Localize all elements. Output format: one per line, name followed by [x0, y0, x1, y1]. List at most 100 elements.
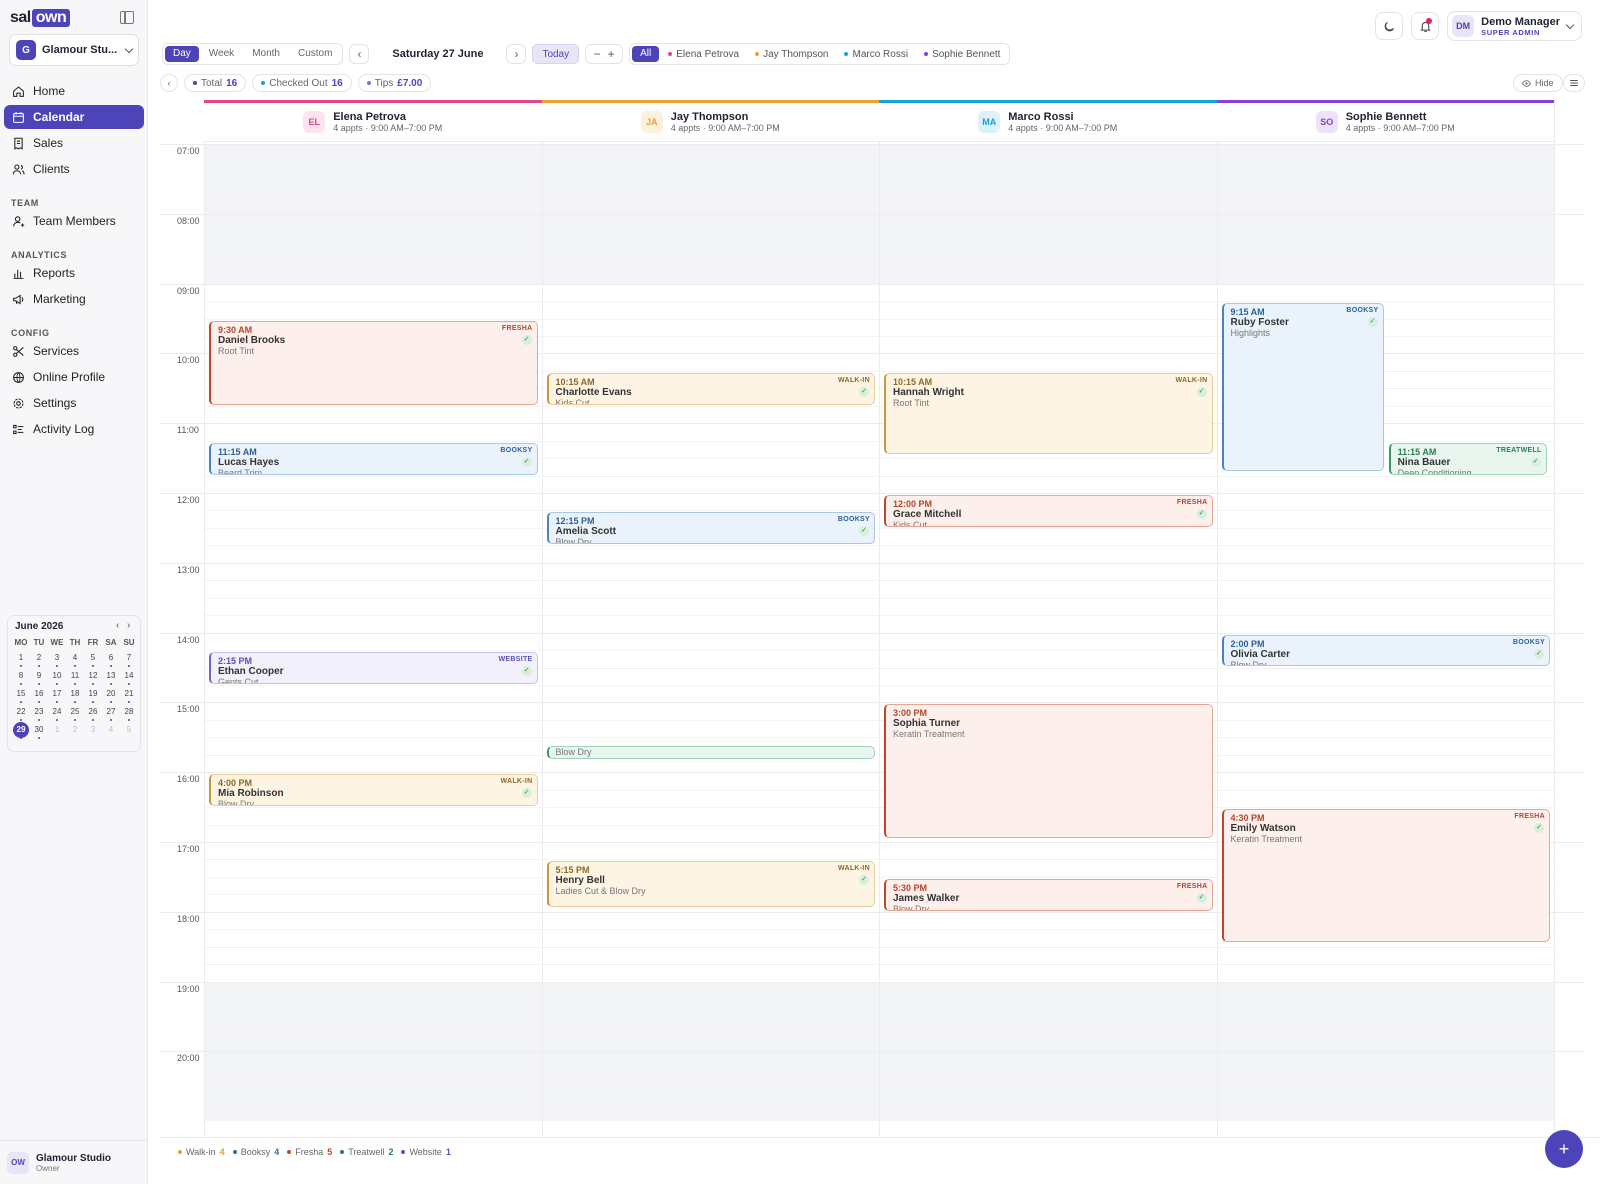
- appointment-card[interactable]: 2:00 PM Olivia Carter Blow Dry BOOKSY ✓: [1221, 634, 1550, 667]
- notifications-button[interactable]: [1411, 12, 1440, 40]
- chevron-left-icon[interactable]: ‹: [160, 74, 178, 92]
- staff-column-header[interactable]: MA Marco Rossi 4 appts · 9:00 AM–7:00 PM: [879, 100, 1217, 142]
- appointment-card[interactable]: 3:00 PM Sophia Turner Keratin Treatment: [884, 704, 1213, 838]
- mini-calendar-day[interactable]: 16: [30, 688, 48, 703]
- appointment-card[interactable]: 11:15 AM Lucas Hayes Beard Trim BOOKSY ✓: [209, 442, 538, 475]
- mini-calendar-day[interactable]: 14: [120, 670, 138, 685]
- appointment-card[interactable]: 4:30 PM Emily Watson Keratin Treatment FRES…: [1221, 809, 1550, 943]
- appointment-source-badge: WALK-IN: [837, 376, 870, 384]
- appointment-card[interactable]: 5:30 PM James Walker Blow Dry FRESHA ✓: [884, 878, 1213, 911]
- mini-calendar-day[interactable]: 1: [12, 652, 30, 667]
- staff-filter-item[interactable]: Jay Thompson: [748, 49, 835, 60]
- staff-filter-item[interactable]: Sophie Bennett: [917, 49, 1007, 60]
- mini-calendar-day[interactable]: 3: [84, 724, 102, 738]
- mini-calendar-day[interactable]: 23: [30, 706, 48, 721]
- mini-calendar-day[interactable]: 8: [12, 670, 30, 685]
- appointment-card[interactable]: 10:15 AM Hannah Wright Root Tint WALK-IN ✓: [884, 372, 1213, 454]
- mini-calendar-day[interactable]: 5: [120, 724, 138, 738]
- mini-calendar-day[interactable]: 28: [120, 706, 138, 721]
- today-button[interactable]: Today: [532, 44, 580, 64]
- brand-logo[interactable]: sal own: [10, 9, 71, 27]
- mini-calendar-day[interactable]: 25: [66, 706, 84, 721]
- appointment-card[interactable]: 2:15 PM Ethan Cooper Gents Cut WEBSITE ✓: [209, 652, 538, 684]
- zoom-out-button[interactable]: −: [590, 47, 604, 61]
- sidebar-item-home[interactable]: Home: [4, 79, 144, 103]
- chevron-left-icon[interactable]: ‹: [116, 620, 119, 631]
- mini-calendar-day[interactable]: 3: [48, 652, 66, 667]
- mini-calendar-day[interactable]: 10: [48, 670, 66, 685]
- mini-calendar-day[interactable]: 17: [48, 688, 66, 703]
- appointment-card[interactable]: 4:00 PM Mia Robinson Blow Dry WALK-IN ✓: [209, 774, 538, 807]
- mini-calendar-day[interactable]: 26: [84, 706, 102, 721]
- mini-calendar-day[interactable]: 4: [66, 652, 84, 667]
- sidebar-item-activity-log[interactable]: Activity Log: [4, 417, 144, 441]
- appointment-card[interactable]: 11:15 AM Nina Bauer Deep Conditioning TREAT…: [1388, 442, 1547, 475]
- appointment-card[interactable]: 12:15 PM Amelia Scott Blow Dry BOOKSY ✓: [546, 512, 875, 545]
- filter-settings-button[interactable]: [1563, 74, 1585, 92]
- next-day-button[interactable]: ›: [506, 44, 527, 64]
- chevron-right-icon[interactable]: ›: [127, 620, 130, 631]
- appointment-card[interactable]: Blow Dry: [546, 745, 875, 759]
- mini-calendar-day[interactable]: 30: [30, 724, 48, 739]
- mini-calendar-day[interactable]: 12: [84, 670, 102, 685]
- view-tab-custom[interactable]: Custom: [290, 46, 340, 62]
- zoom-in-button[interactable]: +: [604, 47, 618, 61]
- section-config: CONFIG: [11, 328, 50, 338]
- hide-button[interactable]: Hide: [1513, 74, 1563, 92]
- legend-label: Treatwell: [348, 1146, 385, 1157]
- prev-day-button[interactable]: ‹: [349, 44, 370, 64]
- staff-filter-item[interactable]: Elena Petrova: [661, 49, 746, 60]
- staff-color-dot: [844, 52, 849, 56]
- appointment-card[interactable]: 9:30 AM Daniel Brooks Root Tint FRESHA ✓: [209, 320, 538, 405]
- mini-calendar-day[interactable]: 15: [12, 688, 30, 703]
- appointment-card[interactable]: 9:15 AM Ruby Foster Highlights BOOKSY ✓: [1221, 303, 1384, 472]
- sidebar-item-calendar[interactable]: Calendar: [4, 105, 144, 129]
- mini-calendar-day[interactable]: 22: [12, 706, 30, 721]
- mini-calendar-day[interactable]: 4: [102, 724, 120, 738]
- sidebar-collapse-icon[interactable]: [120, 11, 134, 24]
- mini-calendar-day[interactable]: 7: [120, 652, 138, 667]
- sidebar-item-sales[interactable]: Sales: [4, 131, 144, 155]
- sidebar-item-marketing[interactable]: Marketing: [4, 287, 144, 311]
- account-footer[interactable]: OW Glamour Studio Owner: [0, 1140, 148, 1184]
- mini-calendar-day[interactable]: 9: [30, 670, 48, 685]
- sidebar-item-online-profile[interactable]: Online Profile: [4, 365, 144, 389]
- appointment-card[interactable]: 5:15 PM Henry Bell Ladies Cut & Blow Dry WA…: [546, 861, 875, 908]
- legend-booksy: Booksy 4: [232, 1147, 279, 1157]
- staff-column-header[interactable]: SO Sophie Bennett 4 appts · 9:00 AM–7:00 P…: [1216, 100, 1554, 142]
- appointment-card[interactable]: 10:15 AM Charlotte Evans Kids Cut WALK-IN ✓: [546, 372, 875, 405]
- sidebar-item-clients[interactable]: Clients: [4, 157, 144, 181]
- dark-mode-button[interactable]: [1375, 12, 1404, 40]
- staff-filter-all[interactable]: All: [632, 46, 660, 62]
- sidebar-item-settings[interactable]: Settings: [4, 391, 144, 415]
- sidebar-item-team-members[interactable]: Team Members: [4, 209, 144, 233]
- view-tab-week[interactable]: Week: [201, 46, 242, 62]
- add-appointment-button[interactable]: +: [1545, 1130, 1583, 1168]
- mini-calendar-day[interactable]: 27: [102, 706, 120, 721]
- mini-calendar-day[interactable]: 24: [48, 706, 66, 721]
- sidebar-item-reports[interactable]: Reports: [4, 261, 144, 285]
- mini-calendar-day[interactable]: 18: [66, 688, 84, 703]
- appointment-card[interactable]: 12:00 PM Grace Mitchell Kids Cut FRESHA ✓: [884, 495, 1213, 527]
- view-tab-day[interactable]: Day: [165, 46, 199, 62]
- mini-calendar-day[interactable]: 1: [48, 724, 66, 738]
- mini-calendar-day[interactable]: 11: [66, 670, 84, 685]
- staff-filter-item[interactable]: Marco Rossi: [837, 49, 915, 60]
- appointment-client: Emily Watson: [1230, 823, 1296, 835]
- mini-calendar-day[interactable]: 13: [102, 670, 120, 685]
- view-tab-month[interactable]: Month: [244, 46, 288, 62]
- mini-calendar-day[interactable]: 6: [102, 652, 120, 667]
- mini-calendar-day[interactable]: 5: [84, 652, 102, 667]
- mini-calendar-day[interactable]: 21: [120, 688, 138, 703]
- staff-column-header[interactable]: JA Jay Thompson 4 appts · 9:00 AM–7:00 PM: [541, 100, 879, 142]
- mini-calendar-day[interactable]: 2: [30, 652, 48, 667]
- user-menu[interactable]: DM Demo Manager SUPER ADMIN: [1447, 11, 1582, 41]
- sidebar-item-services[interactable]: Services: [4, 339, 144, 363]
- staff-column-header[interactable]: EL Elena Petrova 4 appts · 9:00 AM–7:00 PM: [204, 100, 542, 142]
- studio-selector[interactable]: G Glamour Stu...: [9, 34, 139, 66]
- mini-calendar-day[interactable]: 19: [84, 688, 102, 703]
- mini-calendar-day[interactable]: 2: [66, 724, 84, 738]
- mini-calendar-day[interactable]: 20: [102, 688, 120, 703]
- mini-calendar-today[interactable]: 29: [12, 722, 30, 739]
- staff-filter-label: Sophie Bennett: [932, 48, 1001, 60]
